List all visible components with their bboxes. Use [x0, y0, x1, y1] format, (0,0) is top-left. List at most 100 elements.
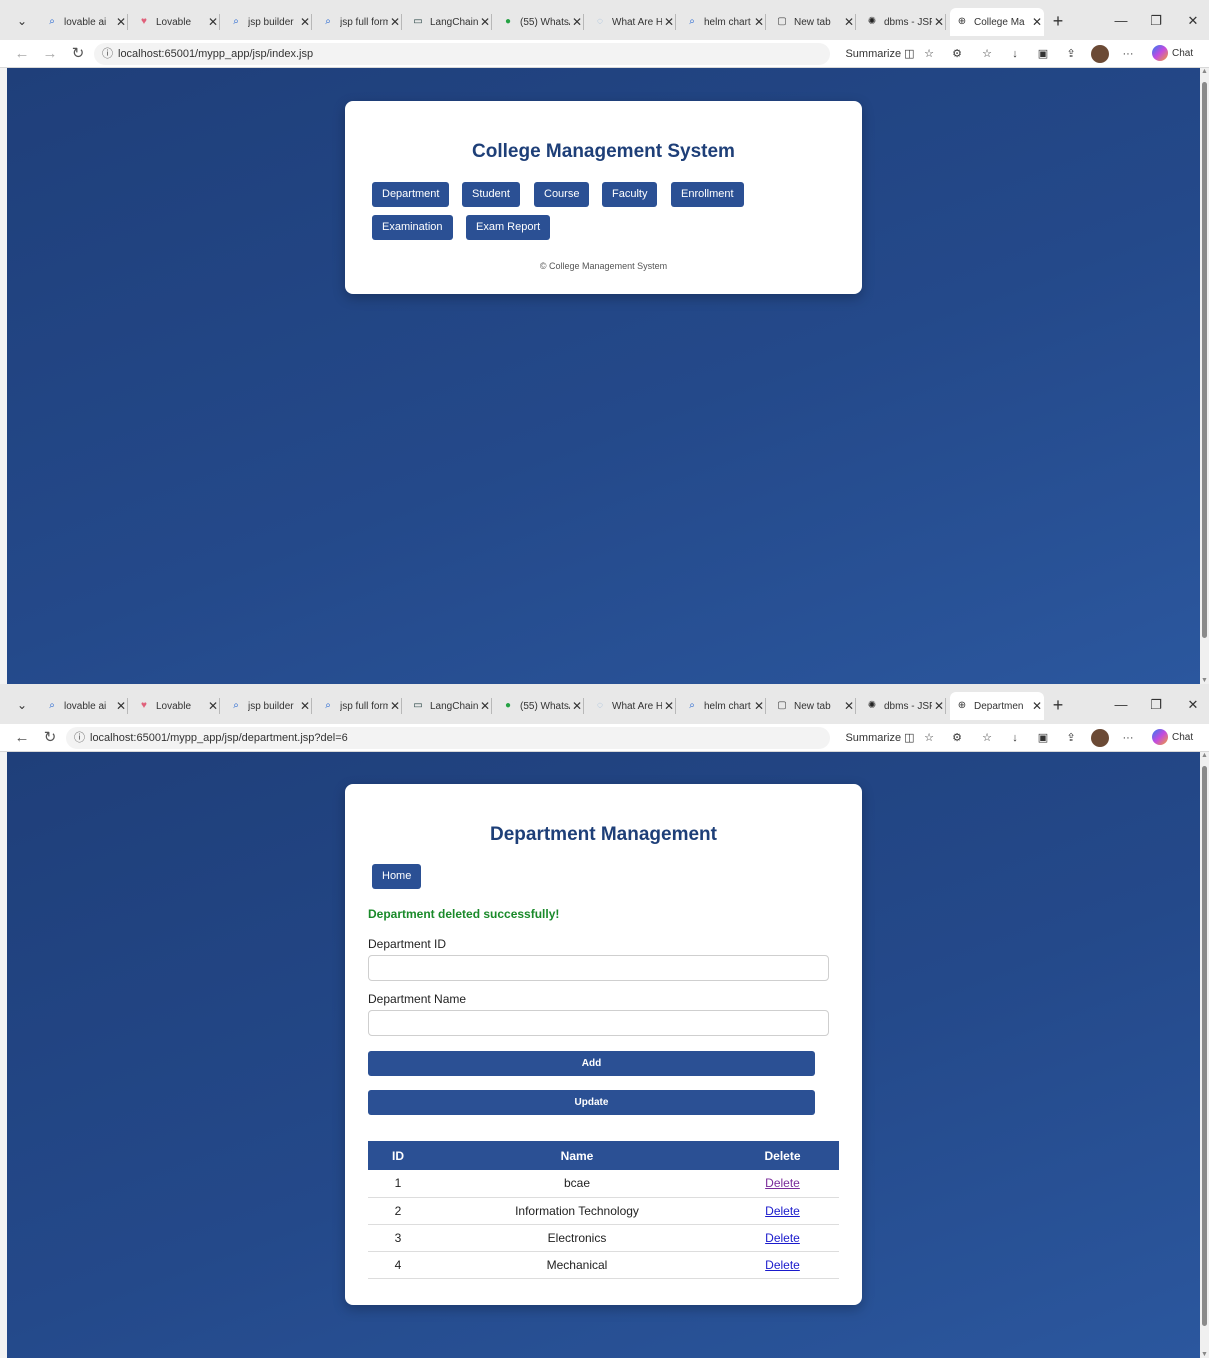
delete-link[interactable]: Delete: [765, 1231, 800, 1245]
update-button[interactable]: Update: [368, 1090, 815, 1115]
summarize-button[interactable]: Summarize ◫: [840, 728, 920, 748]
close-icon[interactable]: ✕: [1030, 15, 1044, 29]
tab-active[interactable]: ⊕ Departmen ✕: [950, 692, 1044, 720]
close-icon[interactable]: ✕: [752, 15, 766, 29]
restore-button[interactable]: ❐: [1144, 10, 1168, 32]
browser-tab[interactable]: ⌕ jsp full form ✕: [316, 8, 402, 36]
browser-tab[interactable]: ✺ dbms - JSP ✕: [860, 692, 946, 720]
browser-tab[interactable]: ◌ What Are H ✕: [588, 8, 676, 36]
nav-button-student[interactable]: Student: [462, 182, 520, 207]
browser-tab[interactable]: ⌕ lovable ai ✕: [40, 692, 128, 720]
url-input[interactable]: ⓘ localhost:65001/mypp_app/jsp/index.jsp: [94, 43, 830, 65]
refresh-button[interactable]: ↻: [68, 44, 88, 64]
info-icon[interactable]: ⓘ: [74, 727, 85, 749]
tab-actions-menu-icon[interactable]: ⌄: [10, 11, 34, 31]
browser-tab[interactable]: ⌕ helm chart ✕: [680, 692, 766, 720]
share-icon[interactable]: ⇪: [1062, 728, 1080, 748]
minimize-button[interactable]: —: [1109, 10, 1133, 32]
browser-tab[interactable]: ♥ Lovable ✕: [132, 8, 220, 36]
close-icon[interactable]: ✕: [298, 699, 312, 713]
close-icon[interactable]: ✕: [114, 699, 128, 713]
more-menu-icon[interactable]: ···: [1118, 44, 1138, 64]
copilot-chat-button[interactable]: Chat: [1152, 727, 1193, 749]
add-button[interactable]: Add: [368, 1051, 815, 1076]
share-icon[interactable]: ⇪: [1062, 44, 1080, 64]
copilot-chat-button[interactable]: Chat: [1152, 43, 1193, 65]
browser-tab[interactable]: ⌕ jsp builder ✕: [224, 692, 312, 720]
scroll-down-icon[interactable]: ▼: [1200, 1351, 1209, 1358]
restore-button[interactable]: ❐: [1144, 694, 1168, 716]
close-icon[interactable]: ✕: [206, 15, 220, 29]
extensions-icon[interactable]: ⚙: [948, 728, 966, 748]
scrollbar-thumb[interactable]: [1202, 82, 1207, 638]
browser-tab[interactable]: ⌕ jsp full form ✕: [316, 692, 402, 720]
close-icon[interactable]: ✕: [570, 15, 584, 29]
downloads-icon[interactable]: ↓: [1006, 44, 1024, 64]
tab-active[interactable]: ⊕ College Ma ✕: [950, 8, 1044, 36]
close-icon[interactable]: ✕: [842, 15, 856, 29]
browser-tab[interactable]: ♥ Lovable ✕: [132, 692, 220, 720]
scrollbar[interactable]: ▲ ▼: [1200, 752, 1209, 1358]
close-icon[interactable]: ✕: [388, 699, 402, 713]
home-button[interactable]: Home: [372, 864, 422, 889]
close-icon[interactable]: ✕: [478, 699, 492, 713]
browser-tab[interactable]: ⌕ lovable ai ✕: [40, 8, 128, 36]
scroll-down-icon[interactable]: ▼: [1200, 677, 1209, 684]
summarize-button[interactable]: Summarize ◫: [840, 44, 920, 64]
browser-tab[interactable]: ✺ dbms - JSP ✕: [860, 8, 946, 36]
close-window-button[interactable]: ✕: [1181, 694, 1205, 716]
extensions-icon[interactable]: ⚙: [948, 44, 966, 64]
browser-tab[interactable]: ◌ What Are H ✕: [588, 692, 676, 720]
nav-button-enrollment[interactable]: Enrollment: [671, 182, 744, 207]
new-tab-button[interactable]: +: [1046, 694, 1070, 716]
department-id-input[interactable]: [368, 955, 829, 981]
scroll-up-icon[interactable]: ▲: [1200, 752, 1209, 759]
browser-tab[interactable]: ▢ New tab ✕: [770, 8, 856, 36]
screenshot-icon[interactable]: ▣: [1034, 44, 1052, 64]
info-icon[interactable]: ⓘ: [102, 43, 113, 65]
close-icon[interactable]: ✕: [932, 699, 946, 713]
close-icon[interactable]: ✕: [388, 15, 402, 29]
scrollbar[interactable]: ▲ ▼: [1200, 68, 1209, 684]
refresh-button[interactable]: ↻: [40, 728, 60, 748]
back-button[interactable]: ←: [12, 44, 32, 64]
avatar[interactable]: [1090, 728, 1110, 748]
new-tab-button[interactable]: +: [1046, 10, 1070, 32]
close-icon[interactable]: ✕: [114, 15, 128, 29]
browser-tab[interactable]: ⌕ helm chart ✕: [680, 8, 766, 36]
close-icon[interactable]: ✕: [298, 15, 312, 29]
close-icon[interactable]: ✕: [752, 699, 766, 713]
browser-tab[interactable]: ▢ New tab ✕: [770, 692, 856, 720]
browser-tab[interactable]: ● (55) WhatsApp✕: [496, 692, 584, 720]
close-icon[interactable]: ✕: [206, 699, 220, 713]
close-icon[interactable]: ✕: [662, 15, 676, 29]
tab-actions-menu-icon[interactable]: ⌄: [10, 695, 34, 715]
close-icon[interactable]: ✕: [932, 15, 946, 29]
delete-link[interactable]: Delete: [765, 1258, 800, 1272]
scroll-up-icon[interactable]: ▲: [1200, 68, 1209, 75]
department-name-input[interactable]: [368, 1010, 829, 1036]
nav-button-course[interactable]: Course: [534, 182, 590, 207]
nav-button-faculty[interactable]: Faculty: [602, 182, 658, 207]
close-icon[interactable]: ✕: [1030, 699, 1044, 713]
back-button[interactable]: ←: [12, 728, 32, 748]
nav-button-examination[interactable]: Examination: [372, 215, 453, 240]
avatar[interactable]: [1090, 44, 1110, 64]
browser-tab[interactable]: ▭ LangChain ✕: [406, 692, 492, 720]
scrollbar-thumb[interactable]: [1202, 766, 1207, 1326]
favorites-icon[interactable]: ☆: [978, 44, 996, 64]
close-icon[interactable]: ✕: [842, 699, 856, 713]
delete-link[interactable]: Delete: [765, 1204, 800, 1218]
favorite-star-icon[interactable]: ☆: [920, 728, 938, 748]
browser-tab[interactable]: ● (55) WhatsApp✕: [496, 8, 584, 36]
more-menu-icon[interactable]: ···: [1118, 728, 1138, 748]
minimize-button[interactable]: —: [1109, 694, 1133, 716]
forward-button[interactable]: →: [40, 44, 60, 64]
url-input[interactable]: ⓘ localhost:65001/mypp_app/jsp/departmen…: [66, 727, 830, 749]
downloads-icon[interactable]: ↓: [1006, 728, 1024, 748]
screenshot-icon[interactable]: ▣: [1034, 728, 1052, 748]
favorites-icon[interactable]: ☆: [978, 728, 996, 748]
close-icon[interactable]: ✕: [478, 15, 492, 29]
close-window-button[interactable]: ✕: [1181, 10, 1205, 32]
nav-button-department[interactable]: Department: [372, 182, 450, 207]
